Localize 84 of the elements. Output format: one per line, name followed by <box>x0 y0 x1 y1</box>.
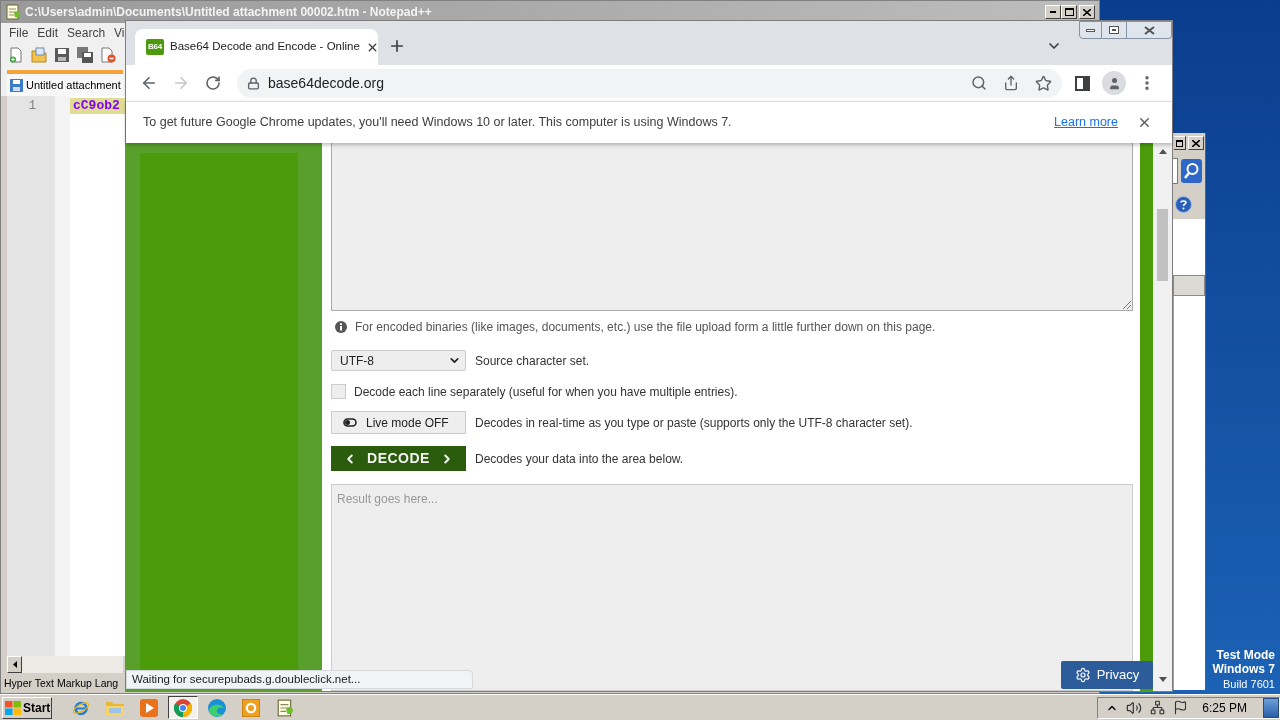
profile-avatar[interactable] <box>1102 71 1126 95</box>
flag-icon[interactable] <box>1173 700 1189 715</box>
taskbar-app[interactable] <box>168 696 198 719</box>
close-icon <box>1143 25 1155 35</box>
option-description: Decodes your data into the area below. <box>475 450 684 468</box>
share-icon[interactable] <box>1003 75 1019 91</box>
scrollbar-thumb[interactable] <box>1157 209 1168 281</box>
lock-icon <box>247 76 260 90</box>
minimize-icon <box>1050 11 1056 13</box>
menu-item[interactable]: File <box>9 24 29 42</box>
charset-select[interactable]: UTF-8 <box>331 350 466 371</box>
notice-line: Windows 7 <box>1212 662 1275 676</box>
menu-item[interactable]: Vi <box>114 24 125 42</box>
star-icon[interactable] <box>1034 74 1052 92</box>
menu-item[interactable]: Search <box>67 24 106 42</box>
line-number: 1 <box>28 98 36 114</box>
learn-more-link[interactable]: Learn more <box>1054 113 1118 132</box>
maximize-button[interactable] <box>1061 5 1077 19</box>
file-tab[interactable]: Untitled attachment <box>7 70 123 96</box>
left-arrow-icon <box>12 661 17 668</box>
folder-icon <box>106 699 124 716</box>
scroll-left-button[interactable] <box>7 656 22 673</box>
scroll-up-icon[interactable] <box>1158 149 1167 154</box>
window-title: C:\Users\admin\Documents\Untitled attachment 00002.htm - Notepad++ <box>25 4 432 21</box>
content-panel <box>1173 219 1205 275</box>
search-field[interactable] <box>1173 158 1178 184</box>
browser-tab[interactable]: B64 Base64 Decode and Encode - Online <box>135 29 378 65</box>
restore-icon <box>1109 26 1119 34</box>
search-icon[interactable] <box>1181 159 1202 183</box>
maximize-icon <box>1176 139 1183 147</box>
close-icon <box>1083 8 1091 16</box>
reload-icon[interactable] <box>205 75 221 91</box>
clock-text[interactable]: 6:25 PM <box>1202 698 1247 717</box>
side-panel-icon[interactable] <box>1074 75 1090 91</box>
save-all-icon[interactable] <box>77 46 93 63</box>
notice-line: Test Mode <box>1216 648 1275 662</box>
close-file-icon[interactable] <box>100 46 116 63</box>
option-description: Source character set. <box>475 352 590 370</box>
privacy-button[interactable]: Privacy <box>1061 661 1153 689</box>
start-logo-icon <box>5 700 21 715</box>
infobar-message: To get future Google Chrome updates, you'll need Windows 10 or later. This computer is using Windows 7. <box>143 114 732 132</box>
menu-item[interactable]: Edit <box>37 24 59 42</box>
speaker-icon[interactable] <box>1126 699 1143 716</box>
new-file-icon[interactable] <box>8 46 24 63</box>
tab-title: Base64 Decode and Encode - Online <box>170 39 360 55</box>
show-desktop-button[interactable] <box>1263 697 1279 718</box>
option-description: Decode each line separately (useful for when you have multiple entries). <box>354 383 738 401</box>
browser-icon <box>208 698 226 717</box>
favicon: B64 <box>146 39 164 55</box>
save-icon <box>10 78 23 92</box>
minimize-icon <box>1086 28 1095 32</box>
status-text: Hyper Text Markup Lang <box>4 676 119 691</box>
maximize-button[interactable] <box>1174 136 1186 150</box>
url-text: base64decode.org <box>268 73 384 93</box>
new-tab-icon[interactable] <box>388 37 406 55</box>
info-icon <box>335 321 347 333</box>
hint-text: For encoded binaries (like images, documents, etc.) use the file upload form a little further down on this page. <box>355 319 936 336</box>
maximize-icon <box>1064 8 1074 16</box>
code-text: cC9ob2 <box>73 98 120 114</box>
browser-icon <box>174 698 192 717</box>
notepad-icon <box>5 4 21 20</box>
close-icon[interactable] <box>1137 115 1152 130</box>
scroll-down-icon[interactable] <box>1158 677 1167 682</box>
help-icon[interactable] <box>1175 195 1192 213</box>
input-field[interactable] <box>331 143 1133 311</box>
notice-line: Build 7601 <box>1223 677 1275 692</box>
option-description: Decodes in real-time as you type or paste (supports only the UTF-8 character set). <box>475 414 913 432</box>
live-mode-button[interactable]: Live mode OFF <box>331 411 466 434</box>
app-tile-icon <box>242 698 260 717</box>
checkbox[interactable] <box>331 384 346 399</box>
start-button[interactable]: Start <box>2 696 52 719</box>
play-icon <box>140 698 158 717</box>
save-icon[interactable] <box>54 46 70 63</box>
notepad-icon <box>276 698 294 717</box>
decode-button[interactable]: DECODE <box>331 446 466 471</box>
address-bar[interactable]: base64decode.org <box>237 68 1062 98</box>
status-bubble: Waiting for securepubads.g.doubleclick.net... <box>126 670 473 689</box>
search-icon[interactable] <box>971 75 987 91</box>
network-icon[interactable] <box>1150 700 1166 715</box>
gear-icon <box>1074 667 1091 683</box>
resize-grip-icon <box>1123 301 1131 309</box>
restore-button[interactable] <box>1102 21 1127 39</box>
close-icon <box>1192 139 1200 147</box>
back-icon[interactable] <box>140 74 158 92</box>
